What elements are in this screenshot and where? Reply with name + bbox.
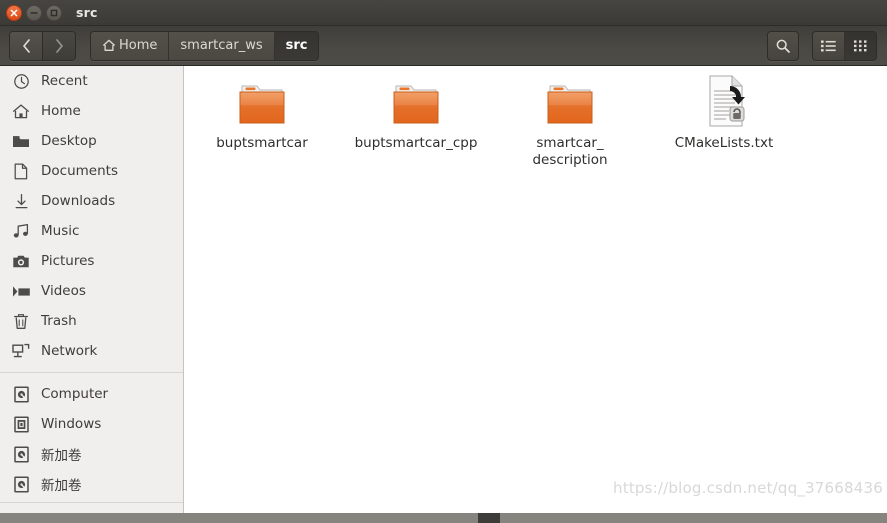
title-bar: src bbox=[0, 0, 887, 26]
sidebar-item-label: Pictures bbox=[41, 253, 95, 269]
window-title: src bbox=[76, 5, 98, 20]
file-item[interactable]: buptsmartcar bbox=[185, 74, 339, 169]
icon-view: buptsmartcar buptsmartcar_cpp smartcar_ … bbox=[185, 74, 887, 169]
camera-icon bbox=[10, 254, 32, 269]
sidebar-item-downloads[interactable]: Downloads bbox=[0, 186, 183, 216]
volume-icon bbox=[10, 415, 32, 433]
drive-icon bbox=[10, 475, 32, 493]
list-view-icon bbox=[821, 40, 836, 51]
forward-button[interactable] bbox=[42, 31, 75, 60]
maximize-window-button[interactable] bbox=[46, 4, 62, 21]
sidebar-item-desktop[interactable]: Desktop bbox=[0, 126, 183, 156]
breadcrumb-label: Home bbox=[119, 38, 158, 53]
sidebar-item-windows[interactable]: Windows bbox=[0, 409, 183, 439]
maximize-icon bbox=[50, 9, 58, 16]
sidebar-item-network[interactable]: Network bbox=[0, 336, 183, 366]
window-controls bbox=[6, 4, 62, 21]
horizontal-scrollbar[interactable] bbox=[0, 513, 887, 523]
scrollbar-thumb[interactable] bbox=[478, 513, 500, 523]
sidebar-item-pictures[interactable]: Pictures bbox=[0, 246, 183, 276]
folder-icon bbox=[389, 74, 443, 128]
grid-view-button[interactable] bbox=[844, 31, 876, 60]
sidebar-item-label: Downloads bbox=[41, 193, 116, 209]
file-list-area[interactable]: buptsmartcar buptsmartcar_cpp smartcar_ … bbox=[185, 66, 887, 513]
minimize-window-button[interactable] bbox=[26, 4, 42, 21]
sidebar-item-label: Trash bbox=[41, 313, 77, 329]
document-icon bbox=[10, 162, 32, 180]
clock-icon bbox=[10, 73, 32, 90]
sidebar-bottom-separator bbox=[0, 502, 183, 503]
sidebar-item-label: Recent bbox=[41, 73, 88, 89]
file-item-label: buptsmartcar bbox=[216, 135, 308, 151]
drive-icon bbox=[10, 445, 32, 463]
folder-icon bbox=[543, 74, 597, 128]
breadcrumb-label: src bbox=[285, 38, 308, 53]
grid-view-icon bbox=[854, 39, 867, 51]
download-icon bbox=[10, 193, 32, 210]
network-icon bbox=[10, 343, 32, 359]
sidebar-item-label: 新加卷 bbox=[41, 478, 82, 494]
drive-icon bbox=[10, 385, 32, 403]
sidebar-item-computer[interactable]: Computer bbox=[0, 379, 183, 409]
breadcrumb-item-home[interactable]: Home bbox=[91, 31, 169, 60]
view-mode-toggle bbox=[812, 30, 877, 61]
sidebar-item-label: Desktop bbox=[41, 133, 97, 149]
close-icon bbox=[10, 9, 18, 16]
file-item-label: buptsmartcar_cpp bbox=[354, 135, 478, 151]
file-item-label: smartcar_ description bbox=[532, 135, 608, 168]
sidebar-item-label: Network bbox=[41, 343, 98, 359]
home-icon bbox=[10, 103, 32, 120]
sidebar-item-volume-1[interactable]: 新加卷 bbox=[0, 439, 183, 469]
trash-icon bbox=[10, 313, 32, 330]
file-item-label: CMakeLists.txt bbox=[674, 135, 774, 151]
sidebar-item-label: Home bbox=[41, 103, 81, 119]
breadcrumb-item-smartcar-ws[interactable]: smartcar_ws bbox=[168, 31, 274, 60]
sidebar-item-label: Videos bbox=[41, 283, 86, 299]
text-file-icon bbox=[699, 74, 749, 128]
file-item[interactable]: CMakeLists.txt bbox=[647, 74, 801, 169]
sidebar-item-trash[interactable]: Trash bbox=[0, 306, 183, 336]
chevron-left-icon bbox=[22, 38, 30, 53]
sidebar-item-label: Music bbox=[41, 223, 80, 239]
sidebar-item-recent[interactable]: Recent bbox=[0, 66, 183, 96]
sidebar-item-volume-2[interactable]: 新加卷 bbox=[0, 469, 183, 499]
minimize-icon bbox=[30, 11, 38, 14]
chevron-right-icon bbox=[55, 38, 63, 53]
file-item[interactable]: smartcar_ description bbox=[493, 74, 647, 169]
file-manager-window: src Home smartcar_ws src Recent Home Des… bbox=[0, 0, 887, 523]
search-button[interactable] bbox=[767, 30, 799, 61]
sidebar-item-label: Documents bbox=[41, 163, 118, 179]
folder-icon bbox=[235, 74, 289, 128]
breadcrumb: Home smartcar_ws src bbox=[90, 30, 320, 61]
breadcrumb-label: smartcar_ws bbox=[180, 38, 263, 53]
home-icon bbox=[103, 39, 115, 51]
sidebar-item-documents[interactable]: Documents bbox=[0, 156, 183, 186]
back-button[interactable] bbox=[10, 31, 42, 60]
sidebar-item-videos[interactable]: Videos bbox=[0, 276, 183, 306]
navigation-buttons bbox=[9, 30, 76, 61]
watermark-text: https://blog.csdn.net/qq_37668436 bbox=[613, 479, 883, 497]
file-item[interactable]: buptsmartcar_cpp bbox=[339, 74, 493, 169]
sidebar-item-music[interactable]: Music bbox=[0, 216, 183, 246]
sidebar: Recent Home Desktop Documents Downloads … bbox=[0, 66, 184, 513]
sidebar-item-label: Computer bbox=[41, 386, 109, 402]
list-view-button[interactable] bbox=[813, 31, 844, 60]
search-icon bbox=[776, 39, 790, 53]
toolbar: Home smartcar_ws src bbox=[0, 26, 887, 66]
sidebar-item-home[interactable]: Home bbox=[0, 96, 183, 126]
sidebar-item-label: 新加卷 bbox=[41, 448, 82, 464]
breadcrumb-item-src[interactable]: src bbox=[273, 31, 319, 60]
sidebar-item-label: Windows bbox=[41, 416, 102, 432]
video-icon bbox=[10, 285, 32, 298]
folder-icon bbox=[10, 134, 32, 149]
toolbar-right-group bbox=[767, 30, 877, 61]
music-note-icon bbox=[10, 223, 32, 239]
close-window-button[interactable] bbox=[6, 4, 22, 21]
sidebar-separator bbox=[0, 372, 183, 373]
